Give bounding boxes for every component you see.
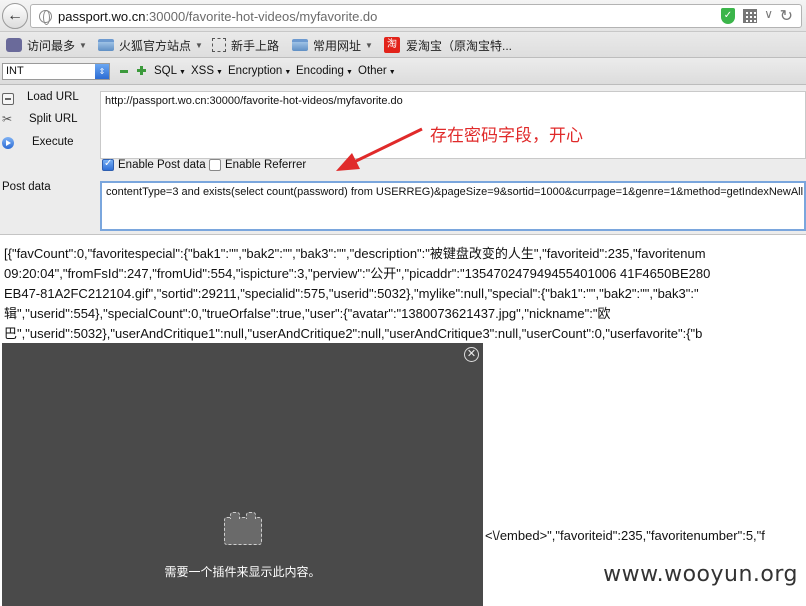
- dashed-box-icon: [212, 38, 226, 52]
- most-visited-icon: [6, 38, 22, 52]
- response-line: 辑","userid":554},"specialCount":0,"trueO…: [4, 306, 611, 321]
- qr-code-icon[interactable]: [743, 9, 757, 23]
- checkbox-checked-icon: [102, 158, 114, 171]
- chevron-down-icon: ▼: [79, 40, 87, 50]
- plugin-puzzle-icon: [224, 512, 262, 545]
- response-line: 巴","userid":5032},"userAndCritique1":nul…: [4, 326, 703, 341]
- scissors-icon: ✂: [2, 112, 13, 126]
- dropdown-icon[interactable]: ∨: [764, 7, 773, 21]
- execute-play-icon: [2, 137, 14, 149]
- bookmarks-toolbar: 访问最多 ▼ 火狐官方站点 ▼ 新手上路 常用网址 ▼ 淘 爱淘宝（原淘宝特...: [0, 32, 806, 58]
- execute-button[interactable]: Execute: [0, 136, 74, 149]
- response-line: 09:20:04","fromFsId":247,"fromUid":554,"…: [4, 266, 711, 281]
- url-bar[interactable]: passport.wo.cn:30000/favorite-hot-videos…: [30, 4, 802, 28]
- hackbar-panel: Load URL ✂ Split URL Execute http://pass…: [0, 85, 806, 235]
- response-line: EB47-81A2FC212104.gif","sortid":29211,"s…: [4, 286, 699, 301]
- watermark: www.wooyun.org: [603, 562, 798, 587]
- plus-icon[interactable]: [137, 66, 146, 75]
- plugin-message: 需要一个插件来显示此内容。: [164, 565, 321, 579]
- response-line: [{"favCount":0,"favoritespecial":{"bak1"…: [4, 246, 706, 261]
- bookmark-getting-started[interactable]: 新手上路: [212, 36, 279, 54]
- minus-icon[interactable]: [120, 70, 128, 73]
- folder-icon: [98, 39, 114, 51]
- shield-icon[interactable]: ✓: [721, 8, 735, 24]
- back-arrow-icon[interactable]: ←: [2, 3, 28, 29]
- chevron-down-icon: ▼: [365, 40, 373, 50]
- missing-plugin-panel[interactable]: ✕ 需要一个插件来显示此内容。: [2, 343, 483, 606]
- load-url-icon: [2, 93, 14, 105]
- folder-icon: [292, 39, 308, 51]
- post-data-label: Post data: [2, 181, 51, 193]
- taobao-icon: 淘: [384, 37, 400, 53]
- enable-referrer-checkbox[interactable]: Enable Referrer: [209, 159, 306, 171]
- select-arrow-icon: ⇕: [95, 64, 109, 79]
- globe-icon: [39, 10, 52, 25]
- response-line: <\/embed>","favoriteid":235,"favoritenum…: [485, 528, 765, 543]
- annotation-arrow-icon: [336, 127, 423, 171]
- bookmark-common-sites[interactable]: 常用网址 ▼: [292, 36, 373, 54]
- enable-post-checkbox[interactable]: Enable Post data: [102, 158, 206, 171]
- hackbar-toolbar: INT ⇕ SQL ▼ XSS ▼ Encryption ▼ Encoding ▼ Ot…: [0, 58, 806, 85]
- bookmark-most-visited[interactable]: 访问最多 ▼: [6, 36, 87, 54]
- type-select[interactable]: INT ⇕: [2, 63, 110, 80]
- url-text[interactable]: passport.wo.cn:30000/favorite-hot-videos…: [58, 9, 377, 24]
- menu-xss[interactable]: XSS ▼: [191, 65, 223, 77]
- split-url-button[interactable]: ✂ Split URL: [0, 113, 78, 125]
- close-icon[interactable]: ✕: [464, 347, 479, 362]
- bookmark-ai-taobao[interactable]: 淘 爱淘宝（原淘宝特...: [384, 36, 512, 54]
- checkbox-unchecked-icon: [209, 159, 221, 171]
- navigation-toolbar: ← passport.wo.cn:30000/favorite-hot-vide…: [0, 0, 806, 32]
- menu-other[interactable]: Other ▼: [358, 65, 396, 77]
- menu-encryption[interactable]: Encryption ▼: [228, 65, 291, 77]
- reload-icon[interactable]: ↻: [780, 6, 793, 26]
- response-body: [{"favCount":0,"favoritespecial":{"bak1"…: [4, 244, 806, 344]
- menu-sql[interactable]: SQL ▼: [154, 65, 186, 77]
- annotation-text: 存在密码字段，开心: [430, 126, 583, 145]
- post-data-textarea[interactable]: contentType=3 and exists(select count(pa…: [100, 181, 806, 231]
- load-url-button[interactable]: Load URL: [0, 91, 79, 105]
- menu-encoding[interactable]: Encoding ▼: [296, 65, 353, 77]
- chevron-down-icon: ▼: [195, 40, 203, 50]
- bookmark-firefox-official[interactable]: 火狐官方站点 ▼: [98, 36, 203, 54]
